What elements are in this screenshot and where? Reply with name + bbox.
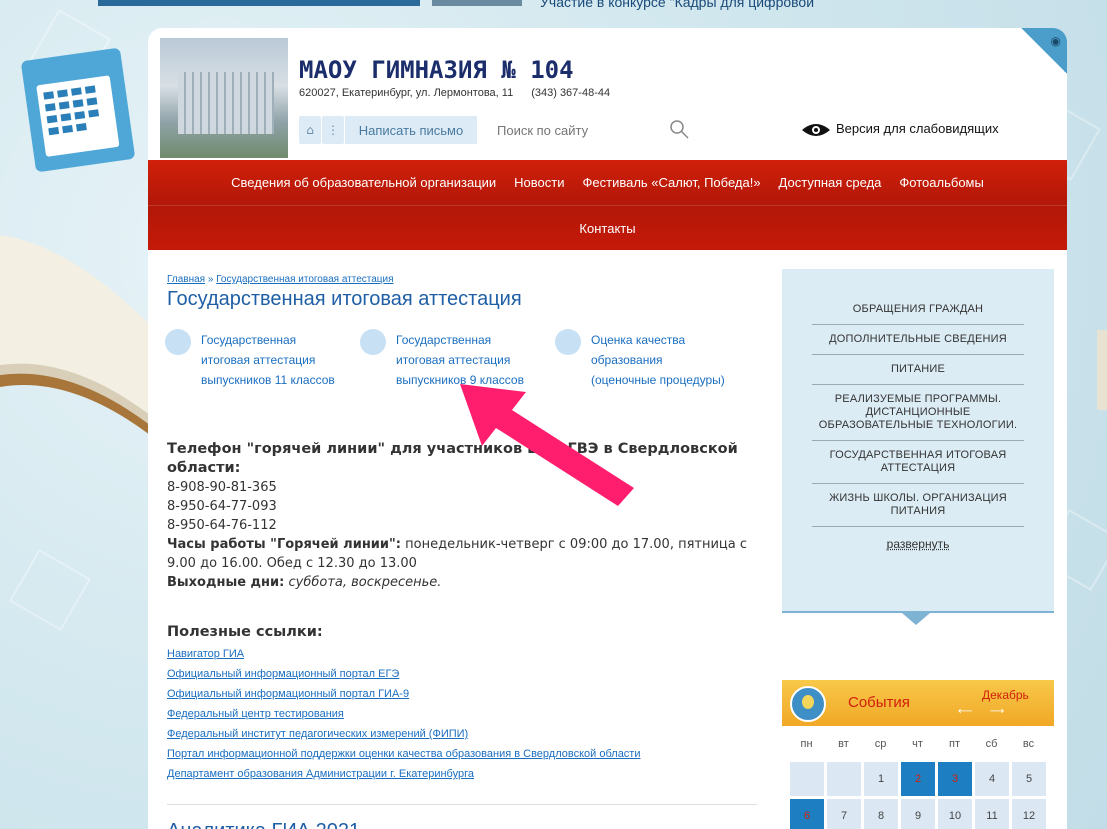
calendar-day[interactable]: 2	[901, 762, 935, 796]
calendar-day[interactable]: 1	[864, 762, 898, 796]
content-divider	[167, 804, 757, 805]
accessibility-link[interactable]: Версия для слабовидящих	[836, 121, 999, 136]
useful-links-title: Полезные ссылки:	[167, 624, 323, 640]
weekday-label: пн	[800, 738, 813, 750]
calendar-day[interactable]: 10	[938, 799, 972, 829]
calendar-day[interactable]: 4	[975, 762, 1009, 796]
calendar-grid: 1 2 3 4 5 6 7 8 9 10 11 12	[782, 762, 1054, 829]
events-title[interactable]: События	[848, 694, 910, 711]
weekday-header: пн вт ср чт пт сб вс	[782, 726, 1054, 762]
home-icon: ⌂	[306, 123, 314, 137]
page-title: Государственная итоговая аттестация	[167, 288, 522, 310]
weekend-label: Выходные дни:	[167, 575, 285, 590]
events-calendar: пн вт ср чт пт сб вс 1 2 3 4 5 6 7 8 9 10 11 12	[782, 726, 1054, 829]
top-banner-thumb	[432, 0, 522, 6]
calendar-day[interactable]: 3	[938, 762, 972, 796]
write-letter-button[interactable]: Написать письмо	[345, 116, 477, 144]
calendar-day[interactable]: 5	[1012, 762, 1046, 796]
sidebar-item-appeals[interactable]: ОБРАЩЕНИЯ ГРАЖДАН	[812, 295, 1024, 325]
school-address: 620027, Екатеринбург, ул. Лермонтова, 11…	[299, 87, 610, 99]
search-input[interactable]	[487, 116, 697, 144]
hotline-hours: Часы работы "Горячей линии": понедельник…	[167, 535, 767, 573]
sidebar-menu: ОБРАЩЕНИЯ ГРАЖДАН ДОПОЛНИТЕЛЬНЫЕ СВЕДЕНИ…	[782, 269, 1054, 613]
phone-text: (343) 367-48-44	[531, 87, 611, 99]
weekday-label: чт	[912, 738, 923, 750]
circle-icon	[360, 329, 386, 355]
nav-row-1: Сведения об образовательной организации …	[148, 160, 1067, 205]
link-testing-center[interactable]: Федеральный центр тестирования	[167, 704, 641, 724]
top-banner-strip	[98, 0, 420, 6]
subsection-link-11[interactable]: Государственная итоговая аттестация выпу…	[201, 330, 336, 390]
nav-item-news[interactable]: Новости	[512, 175, 566, 190]
nav-item-festival[interactable]: Фестиваль «Салют, Победа!»	[581, 175, 763, 190]
calendar-empty-cell	[827, 762, 861, 796]
sidebar-item-gia[interactable]: ГОСУДАРСТВЕННАЯ ИТОГОВАЯ АТТЕСТАЦИЯ	[812, 441, 1024, 484]
calendar-decoration-icon	[20, 47, 136, 173]
sitemap-icon: ⋮	[327, 123, 339, 137]
main-page: ◉ МАОУ ГИМНАЗИЯ № 104 620027, Екатеринбу…	[148, 28, 1067, 829]
month-nav-arrows[interactable]: ⟵ ⟶	[958, 706, 1006, 717]
link-fipi[interactable]: Федеральный институт педагогических изме…	[167, 724, 641, 744]
calendar-day[interactable]: 7	[827, 799, 861, 829]
eye-icon[interactable]	[801, 122, 831, 138]
breadcrumb-home[interactable]: Главная	[167, 274, 205, 285]
next-section-heading: Аналитика ГИА 2021	[167, 820, 360, 829]
calendar-day[interactable]: 12	[1012, 799, 1046, 829]
open-book-right-decoration	[1097, 330, 1107, 410]
circle-icon	[165, 329, 191, 355]
open-book-decoration	[0, 235, 150, 435]
link-gia-navigator[interactable]: Навигатор ГИА	[167, 644, 641, 664]
weekday-label: пт	[949, 738, 960, 750]
hotline-phone: 8-950-64-76-112	[167, 518, 277, 533]
events-month: Декабрь	[982, 688, 1029, 702]
lightbulb-icon	[790, 686, 826, 722]
school-building-photo	[160, 38, 288, 158]
nav-item-photos[interactable]: Фотоальбомы	[897, 175, 985, 190]
hours-label: Часы работы "Горячей линии":	[167, 537, 401, 552]
link-gia9-portal[interactable]: Официальный информационный портал ГИА-9	[167, 684, 641, 704]
sidebar-item-additional[interactable]: ДОПОЛНИТЕЛЬНЫЕ СВЕДЕНИЯ	[812, 325, 1024, 355]
events-header: События Декабрь ⟵ ⟶	[782, 680, 1054, 726]
useful-links-list: Навигатор ГИА Официальный информационный…	[167, 644, 641, 784]
link-quality-portal[interactable]: Портал информационной поддержки оценки к…	[167, 744, 641, 764]
nav-item-contacts[interactable]: Контакты	[577, 221, 637, 236]
annotation-arrow-icon	[460, 384, 634, 506]
calendar-day[interactable]: 8	[864, 799, 898, 829]
weekday-label: сб	[985, 738, 998, 750]
calendar-empty-cell	[790, 762, 824, 796]
calendar-day[interactable]: 9	[901, 799, 935, 829]
address-text: 620027, Екатеринбург, ул. Лермонтова, 11	[299, 87, 514, 99]
link-education-department[interactable]: Департамент образования Администрации г.…	[167, 764, 641, 784]
breadcrumb-current[interactable]: Государственная итоговая аттестация	[216, 274, 393, 285]
breadcrumb-separator: »	[205, 274, 217, 285]
weekday-label: ср	[874, 738, 887, 750]
breadcrumb: Главная » Государственная итоговая аттес…	[167, 274, 394, 285]
main-navigation: Сведения об образовательной организации …	[148, 160, 1067, 250]
link-ege-portal[interactable]: Официальный информационный портал ЕГЭ	[167, 664, 641, 684]
search-icon[interactable]	[668, 118, 690, 140]
sidebar-item-food[interactable]: ПИТАНИЕ	[812, 355, 1024, 385]
hotline-weekend: Выходные дни: суббота, воскресенье.	[167, 573, 767, 592]
weekend-text: суббота, воскресенье.	[284, 575, 442, 590]
calendar-day[interactable]: 11	[975, 799, 1009, 829]
nav-row-2: Контакты	[148, 206, 1067, 251]
nav-item-info[interactable]: Сведения об образовательной организации	[229, 175, 498, 190]
calendar-day[interactable]: 6	[790, 799, 824, 829]
circle-icon	[555, 329, 581, 355]
sitemap-button[interactable]: ⋮	[322, 116, 344, 144]
home-button[interactable]: ⌂	[299, 116, 321, 144]
sidebar-item-programs[interactable]: РЕАЛИЗУЕМЫЕ ПРОГРАММЫ. ДИСТАНЦИОННЫЕ ОБР…	[812, 385, 1024, 441]
weekday-label: вт	[838, 738, 849, 750]
weekday-label: вс	[1022, 738, 1035, 750]
corner-tab[interactable]: ◉	[1021, 28, 1067, 74]
sidebar-pointer	[902, 613, 930, 625]
globe-icon: ◉	[1050, 34, 1061, 48]
site-title[interactable]: МАОУ ГИМНАЗИЯ № 104	[299, 56, 574, 84]
subsection-card[interactable]: Государственная итоговая аттестация выпу…	[165, 329, 360, 390]
sidebar-expand-link[interactable]: развернуть	[812, 537, 1024, 551]
nav-item-accessible[interactable]: Доступная среда	[777, 175, 884, 190]
sidebar-item-school-life[interactable]: ЖИЗНЬ ШКОЛЫ. ОРГАНИЗАЦИЯ ПИТАНИЯ	[812, 484, 1024, 527]
top-banner-text[interactable]: Участие в конкурсе "Кадры для цифровой	[540, 0, 814, 10]
